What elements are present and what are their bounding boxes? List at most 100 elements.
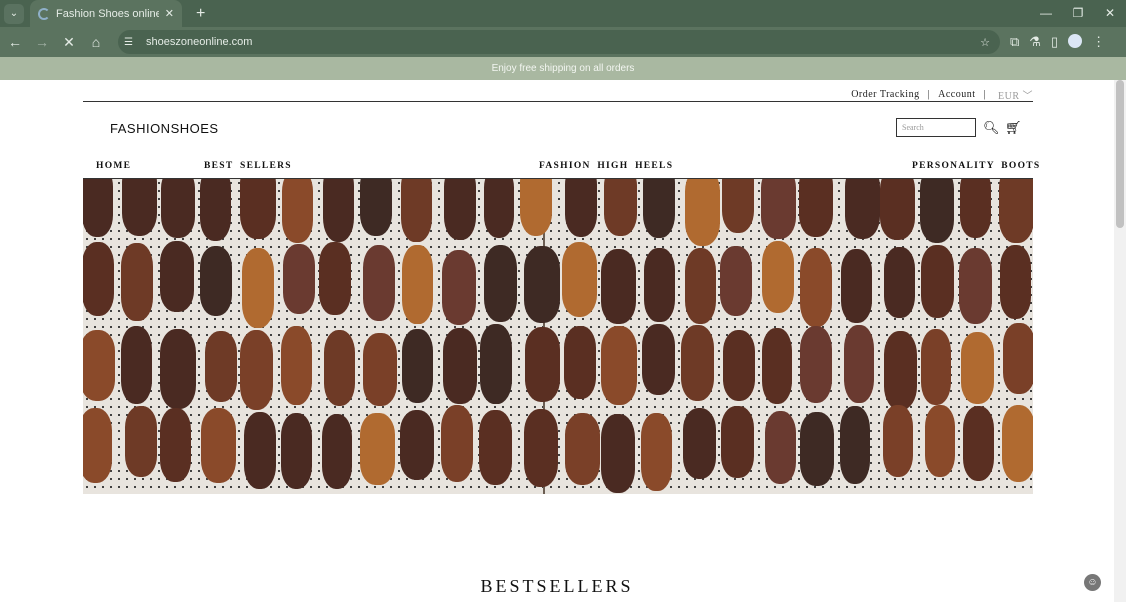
menu-icon[interactable]: ⋮ (1092, 34, 1105, 50)
sandal-shape (280, 412, 313, 489)
minimize-button[interactable]: — (1030, 0, 1062, 27)
new-tab-button[interactable]: + (196, 5, 205, 23)
sandal-shape (402, 245, 433, 325)
sandal-shape (159, 241, 194, 312)
scrollbar[interactable] (1114, 80, 1126, 602)
back-button[interactable]: ← (3, 34, 27, 50)
sandal-shape (443, 328, 477, 405)
sandal-shape (282, 243, 315, 315)
loading-icon (38, 7, 50, 20)
nav-personality-boots[interactable]: PERSONALITY BOOTS (912, 161, 1040, 171)
sandal-shape (83, 407, 113, 483)
sandal-shape (920, 245, 954, 319)
sandal-shape (160, 179, 195, 238)
sandal-shape (122, 179, 158, 236)
search-icon[interactable]: 🔍︎ (983, 120, 1000, 136)
sandal-shape (761, 327, 792, 404)
sandal-shape (441, 250, 477, 325)
sandal-shape (83, 179, 113, 238)
sandal-shape (999, 245, 1031, 319)
labs-icon[interactable]: ⚗ (1029, 34, 1041, 50)
sandal-shape (239, 330, 274, 410)
sandal-shape (399, 409, 435, 481)
sandal-shape (360, 412, 395, 485)
order-tracking-link[interactable]: Order Tracking (851, 89, 919, 100)
currency-selector[interactable]: EUR ﹀ (998, 87, 1033, 102)
browser-tab[interactable]: Fashion Shoes online store, the ✕ (30, 0, 182, 27)
logo[interactable]: FASHIONSHOES (110, 121, 219, 136)
sandal-shape (561, 241, 598, 318)
sandal-shape (799, 326, 833, 403)
sandal-shape (240, 179, 276, 240)
tab-search-button[interactable]: ⌄ (4, 3, 24, 24)
sandal-shape (159, 408, 191, 482)
sandal-shape (879, 179, 916, 240)
sandal-shape (1001, 405, 1033, 483)
sandal-shape (844, 324, 875, 404)
divider: | (983, 89, 986, 100)
address-bar[interactable]: ☰ shoeszoneonline.com ☆ (118, 30, 1000, 54)
accessibility-icon[interactable]: ☺ (1084, 574, 1101, 591)
close-tab-icon[interactable]: ✕ (165, 7, 174, 20)
restore-button[interactable]: ❐ (1062, 0, 1094, 27)
nav-best-sellers[interactable]: BEST SELLERS (204, 161, 292, 171)
sandal-shape (644, 248, 675, 322)
side-panel-icon[interactable]: ▯ (1051, 34, 1058, 50)
sandal-shape (402, 328, 434, 403)
sandal-shape (479, 324, 512, 404)
sandal-shape (642, 323, 675, 396)
sandal-shape (323, 179, 355, 242)
sandal-shape (201, 408, 237, 483)
home-button[interactable]: ⌂ (84, 34, 108, 50)
sandal-shape (960, 332, 995, 404)
forward-button[interactable]: → (30, 34, 54, 50)
sandal-shape (444, 179, 476, 240)
sandal-shape (601, 414, 636, 493)
sandal-shape (959, 248, 993, 324)
sandal-shape (523, 409, 558, 487)
sandal-shape (524, 327, 560, 402)
sandal-shape (281, 179, 313, 243)
sandal-shape (160, 329, 196, 409)
nav-home[interactable]: HOME (96, 161, 131, 171)
bookmark-star-icon[interactable]: ☆ (980, 36, 990, 49)
stop-button[interactable]: ✕ (57, 34, 81, 51)
sandal-shape (682, 408, 717, 480)
site-info-icon[interactable]: ☰ (124, 37, 138, 48)
sandal-shape (839, 406, 870, 484)
account-link[interactable]: Account (938, 89, 975, 100)
sandal-shape (882, 405, 914, 477)
sandal-shape (1003, 323, 1033, 395)
close-window-button[interactable]: ✕ (1094, 0, 1126, 27)
sandal-shape (844, 179, 881, 240)
sandal-shape (120, 326, 153, 404)
sandal-shape (281, 326, 313, 406)
divider (83, 101, 1033, 102)
sandal-shape (680, 325, 714, 402)
sandal-shape (884, 246, 915, 319)
sandal-shape (641, 412, 673, 491)
sandal-shape (684, 179, 720, 246)
page-content: Order Tracking | Account | EUR ﹀ FASHION… (0, 80, 1114, 602)
url-text[interactable]: shoeszoneonline.com (146, 36, 980, 48)
browser-toolbar: ← → ✕ ⌂ ☰ shoeszoneonline.com ☆ ⧉ ⚗ ▯ ⋮ (0, 27, 1126, 57)
cart-icon[interactable]: 🛒︎ (1005, 120, 1022, 136)
sandal-shape (604, 179, 637, 237)
nav-fashion-high-heels[interactable]: FASHION HIGH HEELS (539, 161, 673, 171)
search-input[interactable]: Search (896, 118, 976, 137)
sandal-shape (564, 412, 601, 486)
sandal-shape (960, 179, 992, 238)
extensions-icon[interactable]: ⧉ (1010, 34, 1019, 50)
sandal-shape (564, 179, 598, 238)
hero-banner-image[interactable] (83, 179, 1033, 494)
sandal-shape (199, 245, 233, 316)
profile-avatar[interactable] (1068, 34, 1083, 48)
announcement-bar: Enjoy free shipping on all orders (0, 57, 1126, 80)
sandal-shape (564, 326, 596, 399)
sandal-shape (920, 329, 952, 406)
sandal-shape (884, 330, 918, 410)
sandal-shape (401, 179, 432, 242)
sandal-shape (643, 179, 676, 238)
sandal-shape (721, 405, 755, 479)
sandal-shape (479, 409, 512, 486)
